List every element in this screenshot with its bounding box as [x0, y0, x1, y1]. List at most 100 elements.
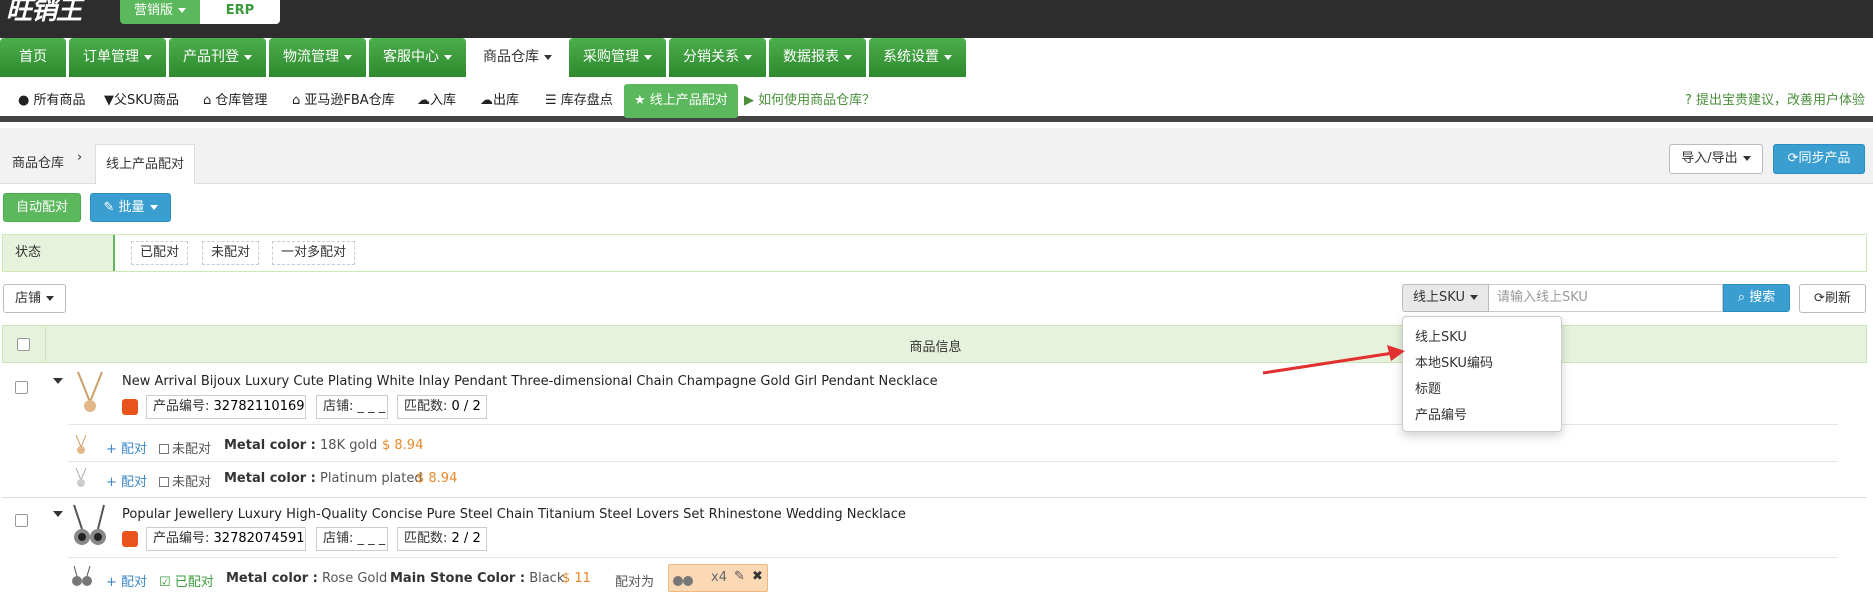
dropdown-option-product-no[interactable]: 产品编号	[1415, 404, 1467, 423]
status-filter: 状态 已配对 未配对 一对多配对	[2, 234, 1867, 272]
dropdown-option-local-sku[interactable]: 本地SKU编码	[1415, 352, 1493, 371]
nav-service[interactable]: 客服中心	[369, 38, 466, 77]
nav-purchase[interactable]: 采购管理	[569, 38, 666, 77]
tab-bar: 商品仓库 › 线上产品配对 导入/导出 ⟳同步产品	[0, 128, 1873, 184]
variant-attr: Metal color : 18K gold	[224, 438, 378, 453]
paired-item: x4 ✎ ✖	[668, 564, 768, 592]
search-button[interactable]: ⌕ 搜索	[1723, 284, 1790, 312]
variant-thumbnail	[72, 565, 92, 586]
breadcrumb-separator: ›	[77, 150, 83, 165]
shop-tag: 店铺: _ _ _	[316, 395, 388, 419]
paired-to-label: 配对为	[615, 575, 655, 590]
subnav-inbound[interactable]: ☁入库	[417, 85, 456, 117]
caret-down-icon[interactable]	[53, 378, 63, 384]
refresh-button[interactable]: ⟳刷新	[1799, 284, 1866, 313]
nav-distribution[interactable]: 分销关系	[669, 38, 766, 77]
variant-thumbnail	[75, 434, 87, 454]
dropdown-option-title[interactable]: 标题	[1415, 378, 1441, 397]
list-icon: ☰	[545, 93, 557, 108]
product-title[interactable]: Popular Jewellery Luxury High-Quality Co…	[122, 507, 906, 522]
circle-icon: ●	[18, 93, 30, 108]
batch-button[interactable]: ✎ 批量	[90, 193, 171, 222]
search-input[interactable]: 请输入线上SKU	[1489, 284, 1723, 312]
aliexpress-icon	[122, 399, 138, 415]
import-export-button[interactable]: 导入/导出	[1669, 144, 1763, 174]
nav-orders[interactable]: 订单管理	[69, 38, 166, 77]
tag-icon: ✎	[103, 200, 115, 215]
select-all-checkbox[interactable]	[17, 338, 30, 351]
edit-icon[interactable]: ✎	[734, 569, 745, 584]
auto-pair-button[interactable]: 自动配对	[3, 193, 81, 222]
feedback-link[interactable]: ? 提出宝贵建议，改善用户体验	[1685, 85, 1865, 117]
pair-state: 未配对	[159, 471, 211, 490]
subnav-parent-sku[interactable]: ▼父SKU商品	[104, 85, 179, 117]
top-bar: 旺销王 营销版 ERP	[0, 0, 1873, 38]
variant-attr: Metal color : Rose Gold	[226, 571, 388, 586]
divider	[68, 461, 1838, 462]
pair-link[interactable]: + 配对	[106, 471, 147, 490]
caret-down-icon[interactable]	[53, 511, 63, 517]
variant-attr: Metal color : Platinum plated	[224, 471, 423, 486]
pair-link[interactable]: + 配对	[106, 438, 147, 457]
product-thumbnail	[68, 370, 108, 416]
paired-thumbnail	[673, 576, 693, 586]
divider	[2, 497, 1867, 498]
nav-settings[interactable]: 系统设置	[869, 38, 966, 77]
filter-icon: ▼	[104, 93, 114, 108]
home-icon: ⌂	[203, 93, 212, 108]
star-icon: ★	[634, 93, 646, 108]
refresh-icon: ⟳	[1787, 151, 1799, 166]
pair-state: 未配对	[159, 438, 211, 457]
subnav-outbound[interactable]: ☁出库	[480, 85, 519, 117]
sub-nav: ● 所有商品 ▼父SKU商品 ⌂ 仓库管理 ⌂ 亚马逊FBA仓库 ☁入库 ☁出库…	[0, 77, 1873, 122]
product-number: 产品编号: 32782110169	[146, 395, 306, 419]
pair-state: ☑ 已配对	[159, 575, 214, 590]
nav-listing[interactable]: 产品刊登	[169, 38, 266, 77]
search-field-dropdown: 线上SKU 本地SKU编码 标题 产品编号	[1402, 316, 1562, 432]
nav-logistics[interactable]: 物流管理	[269, 38, 366, 77]
sync-button[interactable]: ⟳同步产品	[1773, 144, 1865, 174]
status-label: 状态	[3, 235, 115, 271]
remove-icon[interactable]: ✖	[752, 569, 763, 584]
subnav-amazon-fba[interactable]: ⌂ 亚马逊FBA仓库	[292, 85, 395, 117]
product-checkbox[interactable]	[15, 381, 28, 394]
filter-one-to-many[interactable]: 一对多配对	[272, 241, 356, 265]
subnav-online-pairing[interactable]: ★ 线上产品配对	[624, 84, 738, 118]
product-checkbox[interactable]	[15, 514, 28, 527]
search-icon: ⌕	[1737, 290, 1746, 305]
variant-price: $ 11	[562, 571, 591, 586]
product-number: 产品编号: 32782074591	[146, 527, 306, 551]
nav-home[interactable]: 首页	[0, 38, 66, 77]
tab-online-pairing[interactable]: 线上产品配对	[95, 144, 195, 184]
variant-price: $ 8.94	[416, 471, 458, 486]
search-field-select[interactable]: 线上SKU	[1402, 284, 1489, 312]
breadcrumb-root[interactable]: 商品仓库	[12, 152, 64, 171]
filter-unpaired[interactable]: 未配对	[202, 241, 260, 265]
variant-thumbnail	[75, 467, 87, 487]
erp-switch[interactable]: ERP	[200, 0, 280, 24]
edition-switch[interactable]: 营销版	[120, 0, 200, 24]
filter-paired[interactable]: 已配对	[131, 241, 189, 265]
nav-reports[interactable]: 数据报表	[769, 38, 866, 77]
subnav-all-products[interactable]: ● 所有商品	[18, 85, 86, 117]
subnav-stocktake[interactable]: ☰ 库存盘点	[545, 85, 613, 117]
nav-warehouse[interactable]: 商品仓库	[469, 38, 566, 77]
refresh-icon: ⟳	[1814, 291, 1825, 306]
annotation-arrow	[1262, 345, 1405, 375]
cloud-upload-icon: ☁	[417, 93, 430, 108]
video-icon: ▶	[744, 93, 754, 108]
logo: 旺销王	[6, 0, 82, 26]
subnav-warehouse-mgmt[interactable]: ⌂ 仓库管理	[203, 85, 267, 117]
check-icon: ☑	[159, 575, 171, 590]
shop-filter[interactable]: 店铺	[3, 284, 66, 313]
match-count: 匹配数: 0 / 2	[397, 395, 487, 419]
pair-link[interactable]: + 配对	[106, 571, 147, 590]
subnav-howto[interactable]: ▶ 如何使用商品仓库？	[744, 85, 875, 117]
product-thumbnail	[68, 503, 112, 551]
dropdown-option-online-sku[interactable]: 线上SKU	[1415, 326, 1467, 345]
product-title[interactable]: New Arrival Bijoux Luxury Cute Plating W…	[122, 374, 938, 389]
home-icon: ⌂	[292, 93, 301, 108]
paired-qty: x4	[711, 570, 727, 585]
match-count: 匹配数: 2 / 2	[397, 527, 487, 551]
variant-attr-2: Main Stone Color : Black	[390, 571, 565, 586]
